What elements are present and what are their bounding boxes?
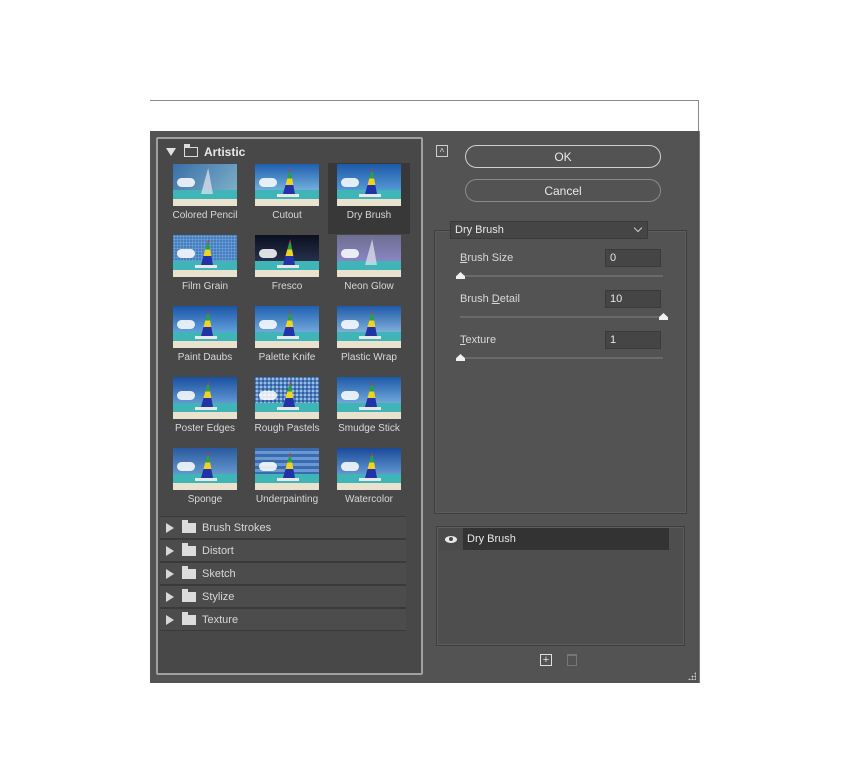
brush-detail-input[interactable]: 10	[605, 290, 661, 308]
texture-input[interactable]: 1	[605, 331, 661, 349]
filter-select-dropdown[interactable]: Dry Brush	[450, 221, 648, 239]
resize-grip[interactable]	[688, 672, 696, 680]
category-texture[interactable]: Texture	[160, 608, 406, 631]
collapsed-categories: Brush Strokes Distort Sketch Stylize Texture	[160, 516, 406, 631]
expand-triangle-icon[interactable]	[166, 148, 176, 156]
filter-label: Smudge Stick	[338, 423, 400, 434]
filter-preview-image	[255, 448, 319, 490]
filter-browser-panel: Artistic Colored Pencil Cutout Dry Brush Fi…	[156, 137, 423, 675]
dialog-top-strip	[150, 100, 699, 131]
filter-preview-image	[337, 235, 401, 277]
filter-preview-image	[173, 377, 237, 419]
filter-select-value: Dry Brush	[455, 224, 504, 236]
new-layer-icon[interactable]: +	[540, 654, 552, 666]
filter-preview-image	[337, 377, 401, 419]
filter-label: Cutout	[272, 210, 302, 221]
filter-preview-image	[173, 306, 237, 348]
category-distort[interactable]: Distort	[160, 539, 406, 562]
category-artistic[interactable]: Artistic	[162, 143, 245, 161]
visibility-toggle[interactable]	[439, 528, 463, 550]
filter-settings-group	[434, 230, 687, 514]
filter-thumbnail-rough-pastels[interactable]: Rough Pastels	[246, 376, 328, 447]
filter-thumbnail-poster-edges[interactable]: Poster Edges	[164, 376, 246, 447]
filter-label: Sponge	[187, 494, 223, 505]
filter-thumbnail-cutout[interactable]: Cutout	[246, 163, 328, 234]
filter-preview-image	[173, 235, 237, 277]
folder-icon	[182, 542, 196, 556]
expand-triangle-icon[interactable]	[166, 614, 174, 625]
effect-layers-panel: Dry Brush	[436, 526, 685, 646]
brush-detail-slider-track[interactable]	[460, 316, 663, 318]
filter-thumbnail-grid: Colored Pencil Cutout Dry Brush Film Grain F…	[164, 163, 414, 518]
filter-label: Colored Pencil	[172, 210, 238, 221]
category-sketch[interactable]: Sketch	[160, 562, 406, 585]
folder-icon	[182, 565, 196, 579]
filter-preview-image	[173, 164, 237, 206]
filter-thumbnail-sponge[interactable]: Sponge	[164, 447, 246, 518]
filter-preview-image	[255, 164, 319, 206]
filter-thumbnail-watercolor[interactable]: Watercolor	[328, 447, 410, 518]
filter-preview-image	[337, 448, 401, 490]
brush-detail-label: Brush Detail	[460, 293, 520, 305]
category-label: Texture	[202, 613, 239, 626]
filter-thumbnail-smudge-stick[interactable]: Smudge Stick	[328, 376, 410, 447]
filter-thumbnail-fresco[interactable]: Fresco	[246, 234, 328, 305]
filter-label: Film Grain	[181, 281, 229, 292]
ok-button[interactable]: OK	[465, 145, 661, 168]
expand-triangle-icon[interactable]	[166, 591, 174, 602]
brush-size-input[interactable]: 0	[605, 249, 661, 267]
category-label: Sketch	[202, 567, 236, 580]
filter-thumbnail-neon-glow[interactable]: Neon Glow	[328, 234, 410, 305]
category-stylize[interactable]: Stylize	[160, 585, 406, 608]
eye-icon	[445, 535, 457, 543]
filter-thumbnail-film-grain[interactable]: Film Grain	[164, 234, 246, 305]
category-label: Stylize	[202, 590, 235, 603]
filter-label: Underpainting	[255, 494, 319, 505]
category-label: Distort	[202, 544, 234, 557]
collapse-up-icon[interactable]: ˄	[436, 145, 448, 157]
filter-thumbnail-colored-pencil[interactable]: Colored Pencil	[164, 163, 246, 234]
brush-size-slider-track[interactable]	[460, 275, 663, 277]
filter-label: Palette Knife	[258, 352, 316, 363]
brush-size-label: Brush Size	[460, 252, 514, 264]
filter-label: Dry Brush	[346, 210, 392, 221]
filter-label: Fresco	[271, 281, 303, 292]
filter-thumbnail-underpainting[interactable]: Underpainting	[246, 447, 328, 518]
filter-thumbnail-paint-daubs[interactable]: Paint Daubs	[164, 305, 246, 376]
filter-label: Paint Daubs	[177, 352, 233, 363]
filter-thumbnail-dry-brush[interactable]: Dry Brush	[328, 163, 410, 234]
filter-gallery-dialog: Artistic Colored Pencil Cutout Dry Brush Fi…	[150, 131, 700, 683]
filter-preview-image	[255, 306, 319, 348]
filter-label: Poster Edges	[174, 423, 236, 434]
chevron-down-icon	[633, 223, 643, 233]
expand-triangle-icon[interactable]	[166, 545, 174, 556]
folder-open-icon	[183, 144, 198, 157]
expand-triangle-icon[interactable]	[166, 522, 174, 533]
filter-preview-image	[337, 306, 401, 348]
cancel-button[interactable]: Cancel	[465, 179, 661, 202]
filter-preview-image	[255, 377, 319, 419]
effect-layer-row[interactable]: Dry Brush	[439, 528, 669, 550]
texture-label: Texture	[460, 334, 497, 346]
filter-thumbnail-palette-knife[interactable]: Palette Knife	[246, 305, 328, 376]
filter-thumbnail-plastic-wrap[interactable]: Plastic Wrap	[328, 305, 410, 376]
filter-preview-image	[173, 448, 237, 490]
trash-icon[interactable]	[567, 654, 577, 666]
folder-icon	[182, 611, 196, 625]
category-brush-strokes[interactable]: Brush Strokes	[160, 516, 406, 539]
texture-slider-track[interactable]	[460, 357, 663, 359]
filter-preview-image	[337, 164, 401, 206]
filter-label: Neon Glow	[344, 281, 394, 292]
expand-triangle-icon[interactable]	[166, 568, 174, 579]
filter-label: Rough Pastels	[254, 423, 320, 434]
folder-icon	[182, 519, 196, 533]
filter-preview-image	[255, 235, 319, 277]
effect-layer-name[interactable]: Dry Brush	[463, 528, 669, 550]
filter-label: Plastic Wrap	[341, 352, 397, 363]
folder-icon	[182, 588, 196, 602]
filter-label: Watercolor	[345, 494, 393, 505]
category-label: Artistic	[204, 145, 246, 159]
category-label: Brush Strokes	[202, 521, 272, 534]
